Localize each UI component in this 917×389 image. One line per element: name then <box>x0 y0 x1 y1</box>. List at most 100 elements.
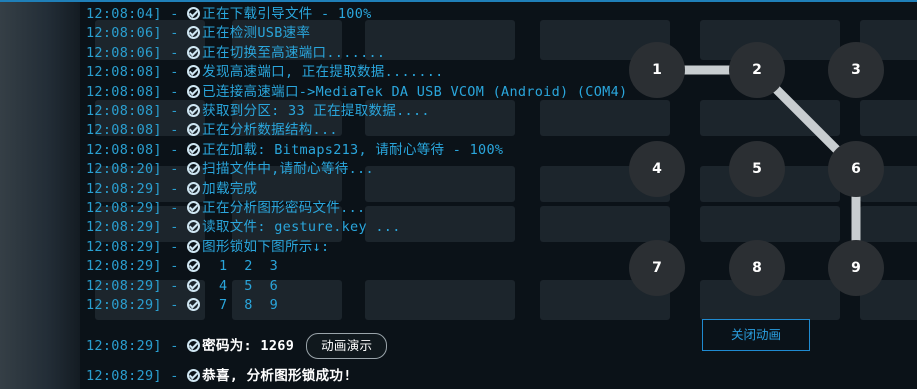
pattern-node: 9 <box>828 240 884 296</box>
log-message: 正在下载引导文件 - 100% <box>202 6 372 22</box>
log-timestamp: 12:08:08] <box>86 122 162 139</box>
log-timestamp: 12:08:29] <box>86 297 162 313</box>
check-circle-icon <box>187 339 201 352</box>
log-separator: - <box>161 44 188 61</box>
log-separator: - <box>161 258 188 275</box>
log-line: 12:08:29] - 密码为: 1269 动画演示 <box>86 326 388 366</box>
left-blurred-region <box>0 0 80 389</box>
log-separator: - <box>161 122 188 139</box>
log-separator: - <box>161 338 188 354</box>
log-line: 12:08:06] - 正在切换至高速端口....... <box>86 43 385 63</box>
log-message: 4 5 6 <box>202 277 279 294</box>
check-circle-icon <box>187 7 201 20</box>
check-circle-icon <box>187 65 201 79</box>
log-separator: - <box>161 103 188 119</box>
pattern-node: 6 <box>828 141 884 197</box>
log-message: 正在检测USB速率 <box>202 25 311 42</box>
log-timestamp: 12:08:04] <box>86 6 162 22</box>
log-timestamp: 12:08:29] <box>86 180 162 197</box>
log-line: 12:08:08] - 正在加载: Bitmaps213, 请耐心等待 - 10… <box>86 140 503 160</box>
log-line: 12:08:29] - 7 8 9 <box>86 295 278 315</box>
check-circle-icon <box>187 104 201 117</box>
log-message: 正在分析数据结构... <box>202 122 338 139</box>
log-timestamp: 12:08:29] <box>86 277 162 294</box>
check-circle-icon <box>187 369 201 382</box>
log-separator: - <box>161 64 188 81</box>
log-separator: - <box>161 141 188 158</box>
log-line: 12:08:08] - 已连接高速端口->MediaTek DA USB VCO… <box>86 82 627 102</box>
pattern-node: 4 <box>629 141 685 197</box>
check-circle-icon <box>187 278 201 292</box>
log-message: 1 2 3 <box>202 258 279 275</box>
log-line: 12:08:29] - 恭喜, 分析图形锁成功! <box>86 366 352 386</box>
check-circle-icon <box>187 201 201 214</box>
close-animation-button[interactable]: 关闭动画 <box>702 319 810 351</box>
pattern-node: 7 <box>629 240 685 296</box>
check-circle-icon <box>187 123 201 137</box>
pattern-node: 5 <box>729 141 785 197</box>
success-message: 恭喜, 分析图形锁成功! <box>202 368 352 384</box>
check-circle-icon <box>187 26 201 40</box>
check-circle-icon <box>187 162 201 176</box>
background-tile <box>860 206 917 242</box>
log-message: 7 8 9 <box>202 297 279 313</box>
log-message: 已连接高速端口->MediaTek DA USB VCOM (Android) … <box>202 83 628 100</box>
log-line: 12:08:29] - 1 2 3 <box>86 256 278 276</box>
log-message: 读取文件: gesture.key ... <box>202 219 401 236</box>
log-timestamp: 12:08:29] <box>86 258 162 275</box>
check-circle-icon <box>187 181 201 195</box>
background-tile <box>700 206 840 242</box>
log-message: 扫描文件中,请耐心等待... <box>202 161 374 178</box>
pattern-node: 8 <box>729 240 785 296</box>
log-separator: - <box>161 180 188 197</box>
log-separator: - <box>161 297 188 313</box>
background-tile <box>700 100 840 136</box>
log-line: 12:08:29] - 加载完成 <box>86 179 257 199</box>
log-separator: - <box>161 161 188 178</box>
log-timestamp: 12:08:29] <box>86 200 162 216</box>
password-result: 密码为: 1269 <box>202 338 295 354</box>
log-separator: - <box>161 219 188 236</box>
log-message: 正在分析图形密码文件... <box>202 200 366 216</box>
log-line: 12:08:29] - 图形锁如下图所示↓: <box>86 237 329 257</box>
log-line: 12:08:04] - 正在下载引导文件 - 100% <box>86 4 372 24</box>
log-line: 12:08:08] - 发现高速端口, 正在提取数据....... <box>86 62 444 82</box>
animation-demo-button[interactable]: 动画演示 <box>306 333 388 359</box>
check-circle-icon <box>187 239 201 253</box>
log-separator: - <box>161 6 188 22</box>
log-timestamp: 12:08:08] <box>86 103 162 119</box>
check-circle-icon <box>187 259 201 273</box>
log-timestamp: 12:08:29] <box>86 368 162 384</box>
log-message: 正在加载: Bitmaps213, 请耐心等待 - 100% <box>202 141 504 158</box>
background-tile <box>860 100 917 136</box>
log-separator: - <box>161 200 188 216</box>
log-line: 12:08:08] - 获取到分区: 33 正在提取数据.... <box>86 101 430 121</box>
background-tile <box>365 280 515 320</box>
background-tile <box>540 100 670 136</box>
log-message: 图形锁如下图所示↓: <box>202 238 330 255</box>
log-message: 正在切换至高速端口....... <box>202 44 386 61</box>
log-separator: - <box>161 277 188 294</box>
check-circle-icon <box>187 220 201 234</box>
log-timestamp: 12:08:06] <box>86 44 162 61</box>
pattern-node: 3 <box>828 42 884 98</box>
pattern-node: 1 <box>629 42 685 98</box>
log-timestamp: 12:08:29] <box>86 238 162 255</box>
log-timestamp: 12:08:08] <box>86 64 162 81</box>
log-timestamp: 12:08:06] <box>86 25 162 42</box>
log-message: 发现高速端口, 正在提取数据....... <box>202 64 444 81</box>
check-circle-icon <box>187 45 201 59</box>
log-timestamp: 12:08:20] <box>86 161 162 178</box>
log-separator: - <box>161 238 188 255</box>
log-timestamp: 12:08:08] <box>86 83 162 100</box>
background-tile <box>540 206 670 242</box>
check-circle-icon <box>187 84 201 98</box>
pattern-node: 2 <box>729 42 785 98</box>
log-line: 12:08:06] - 正在检测USB速率 <box>86 23 310 43</box>
log-message: 加载完成 <box>202 180 258 197</box>
log-separator: - <box>161 368 188 384</box>
window-top-border <box>0 0 917 2</box>
log-timestamp: 12:08:29] <box>86 219 162 236</box>
log-separator: - <box>161 83 188 100</box>
log-timestamp: 12:08:29] <box>86 338 162 354</box>
